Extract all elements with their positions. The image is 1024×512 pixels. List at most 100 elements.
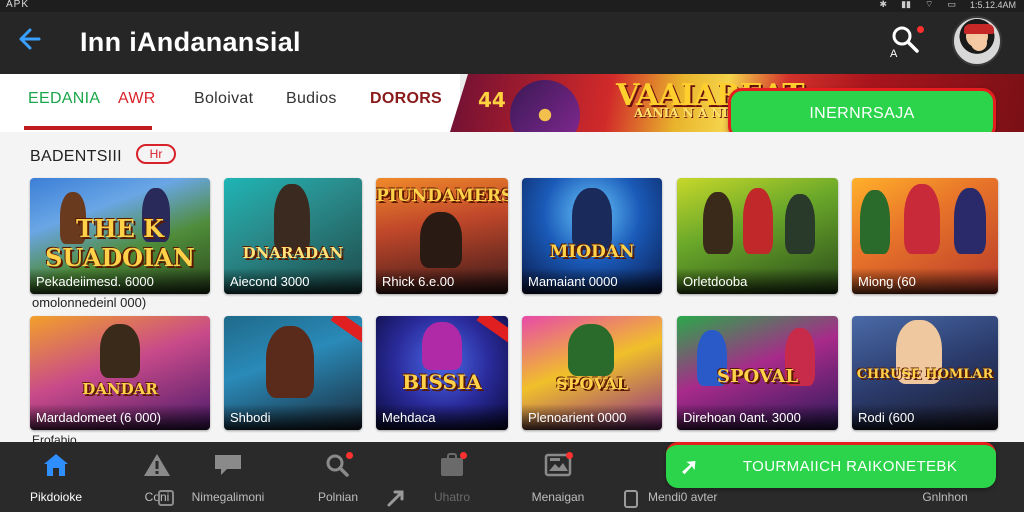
- banner-decoration: [510, 80, 580, 132]
- nav-item-mendi[interactable]: Mendi0 avter: [648, 490, 717, 504]
- game-card[interactable]: THE K SUADOIAN Pekadeiimesd. 6000: [30, 178, 210, 294]
- character-figure: [743, 188, 773, 254]
- character-figure: [904, 184, 940, 254]
- game-caption: Orletdooba: [677, 268, 838, 294]
- game-card[interactable]: CHRUSE HOMLAR Rodi (600: [852, 316, 998, 430]
- gallery-icon: [543, 452, 573, 478]
- game-card[interactable]: BISSIA Mehdaca: [376, 316, 508, 430]
- character-figure: [420, 212, 462, 268]
- game-caption: Rhick 6.e.00: [376, 268, 508, 294]
- notification-dot: [566, 452, 573, 459]
- avatar[interactable]: [952, 16, 1002, 66]
- game-caption: Mamaiant 0000: [522, 268, 662, 294]
- nav-item-home[interactable]: Pikdoioke: [26, 452, 86, 504]
- game-card[interactable]: SPOVAL Plenoarient 0000: [522, 316, 662, 430]
- nav-label: Polnian: [317, 490, 359, 504]
- game-card[interactable]: DANDAR Mardadomeet (6 000): [30, 316, 210, 430]
- tab-eedania[interactable]: EEDANIA: [28, 90, 100, 108]
- arrow-icon: [386, 488, 408, 508]
- game-caption: Direhoan 0ant. 3000: [677, 404, 838, 430]
- row1-footnote: omolonnedeinl 000): [32, 295, 147, 310]
- tournament-button[interactable]: ➚ TOURMAIICH RAIKONETEBK: [666, 442, 996, 488]
- game-logo: DNARADAN: [242, 244, 344, 262]
- status-icons: ✱ ▮▮ ⌔ ▭ 1:5.12.4AM: [880, 0, 1016, 10]
- tab-boloivat[interactable]: Boloivat: [194, 90, 253, 108]
- games-section: BADENTSIII Hr THE K SUADOIAN Pekadeiimes…: [0, 132, 1024, 447]
- page-title: Inn iAndanansial: [80, 27, 301, 57]
- nav-item-uhatro[interactable]: Uhatro: [416, 452, 488, 504]
- character-figure: [703, 192, 733, 254]
- active-tab-indicator: [24, 126, 152, 130]
- app-bar: Inn iAndanansial A: [0, 12, 1024, 74]
- game-logo: BISSIA: [402, 370, 482, 394]
- character-figure: [785, 194, 815, 254]
- notification-dot: [346, 452, 353, 459]
- section-badge: Hr: [136, 144, 176, 164]
- nav-label: Nimegalimoni: [191, 490, 265, 504]
- game-logo: MIODAN: [549, 242, 635, 262]
- bluetooth-icon: ✱: [879, 0, 888, 9]
- game-logo: DANDAR: [82, 380, 158, 398]
- warning-icon: [142, 452, 172, 478]
- back-arrow-icon[interactable]: [16, 26, 50, 60]
- game-logo: SPOVAL: [716, 366, 799, 387]
- search-button[interactable]: A: [890, 24, 926, 64]
- avatar-hat: [964, 24, 994, 34]
- game-caption: Shbodi: [224, 404, 362, 430]
- tab-awr[interactable]: AWR: [118, 90, 156, 108]
- notification-dot: [917, 26, 924, 33]
- phone-icon: [624, 490, 638, 508]
- tournament-button-label: TOURMAIICH RAIKONETEBK: [742, 458, 958, 475]
- magnifier-icon: [323, 452, 353, 478]
- avatar-face: [971, 35, 987, 51]
- status-time: 1:5.12.4AM: [969, 0, 1016, 10]
- game-card[interactable]: SPOVAL Direhoan 0ant. 3000: [677, 316, 838, 430]
- banner-number: 44: [478, 88, 506, 112]
- game-logo: THE K SUADOIAN: [45, 214, 195, 272]
- game-caption: Rodi (600: [852, 404, 998, 430]
- nav-label: Pikdoioke: [29, 490, 83, 504]
- character-figure: [954, 188, 986, 254]
- notification-dot: [460, 452, 467, 459]
- chat-icon: [213, 452, 243, 478]
- character-figure: [266, 326, 314, 398]
- game-caption: Miong (60: [852, 268, 998, 294]
- wifi-icon: ⌔: [924, 0, 934, 9]
- status-bar: APK ✱ ▮▮ ⌔ ▭ 1:5.12.4AM: [0, 0, 1024, 12]
- nav-label: Uhatro: [433, 490, 471, 504]
- nav-item-polnian[interactable]: Polnian: [308, 452, 368, 504]
- character-figure: [568, 324, 614, 376]
- game-logo: PIUNDAMERS: [376, 186, 508, 206]
- character-figure: [100, 324, 140, 378]
- home-icon: [41, 452, 71, 478]
- game-card[interactable]: MIODAN Mamaiant 0000: [522, 178, 662, 294]
- game-caption: Plenoarient 0000: [522, 404, 662, 430]
- game-caption: Pekadeiimesd. 6000: [30, 268, 210, 294]
- battery-icon: ▭: [947, 0, 956, 9]
- game-card[interactable]: Shbodi: [224, 316, 362, 430]
- tab-dorors[interactable]: DORORS: [370, 90, 442, 108]
- category-tabs: EEDANIA AWR Boloivat Budios DORORS: [0, 74, 460, 132]
- game-logo: SPOVAL: [555, 374, 629, 393]
- search-sub-label: A: [890, 48, 898, 60]
- character-figure: [572, 188, 612, 250]
- bag-icon: [437, 452, 467, 478]
- nav-item-menaigan[interactable]: Menaigan: [520, 452, 596, 504]
- game-caption: Mehdaca: [376, 404, 508, 430]
- game-card[interactable]: DNARADAN Aiecond 3000: [224, 178, 362, 294]
- game-card[interactable]: Miong (60: [852, 178, 998, 294]
- game-caption: Mardadomeet (6 000): [30, 404, 210, 430]
- nav-label: Gnlnhon: [922, 490, 968, 504]
- character-figure: [860, 190, 890, 254]
- nav-label: Menaigan: [531, 490, 585, 504]
- square-icon: [158, 490, 174, 506]
- nav-item-messages[interactable]: Nimegalimoni: [178, 452, 278, 504]
- character-figure: [422, 322, 462, 370]
- signal-icon: ▮▮: [901, 0, 911, 9]
- section-title: BADENTSIII: [30, 148, 122, 165]
- arrow-up-right-icon: ➚: [680, 453, 699, 479]
- game-card[interactable]: Orletdooba: [677, 178, 838, 294]
- game-caption: Aiecond 3000: [224, 268, 362, 294]
- game-card[interactable]: PIUNDAMERS Rhick 6.e.00: [376, 178, 508, 294]
- tab-budios[interactable]: Budios: [286, 90, 337, 108]
